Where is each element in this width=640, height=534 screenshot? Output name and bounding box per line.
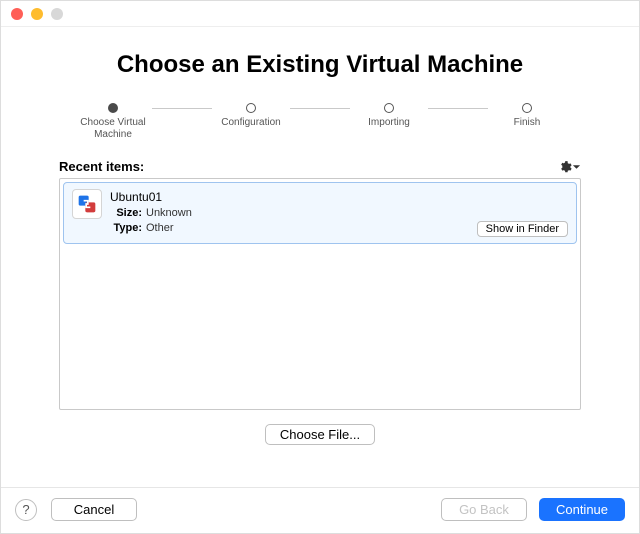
vm-name: Ubuntu01 [110,189,477,206]
vm-icon [72,189,102,219]
step-dot-icon [522,103,532,113]
step-label: Configuration [221,117,280,129]
step-finish: Finish [488,103,566,129]
go-back-button: Go Back [441,498,527,521]
step-choose-vm: Choose Virtual Machine [74,103,152,141]
vm-size-label: Size: [110,206,142,221]
titlebar [1,1,639,27]
vm-type-value: Other [146,221,174,236]
recent-items-section: Recent items: [1,151,639,410]
window-minimize-button[interactable] [31,8,43,20]
help-button[interactable]: ? [15,499,37,521]
page-title: Choose an Existing Virtual Machine [41,51,599,79]
gear-icon [558,160,572,174]
step-importing: Importing [350,103,428,129]
step-dot-icon [108,103,118,113]
vm-type-label: Type: [110,221,142,236]
step-dot-icon [246,103,256,113]
step-connector [428,108,488,109]
window: Choose an Existing Virtual Machine Choos… [0,0,640,534]
continue-button[interactable]: Continue [539,498,625,521]
chevron-down-icon [572,160,581,174]
step-connector [290,108,350,109]
recent-items-list[interactable]: Ubuntu01 Size: Unknown Type: Other Show … [59,178,581,410]
stepper: Choose Virtual Machine Configuration Imp… [1,93,639,151]
step-connector [152,108,212,109]
choose-file-button[interactable]: Choose File... [265,424,375,445]
recent-item[interactable]: Ubuntu01 Size: Unknown Type: Other Show … [63,182,577,244]
vm-info: Ubuntu01 Size: Unknown Type: Other [110,189,477,237]
recent-items-heading: Recent items: [59,159,144,174]
step-configuration: Configuration [212,103,290,129]
step-label: Finish [514,117,541,129]
cancel-button[interactable]: Cancel [51,498,137,521]
step-dot-icon [384,103,394,113]
step-label: Importing [368,117,410,129]
show-in-finder-button[interactable]: Show in Finder [477,221,568,237]
window-zoom-button[interactable] [51,8,63,20]
bottom-bar: ? Cancel Go Back Continue [1,487,639,533]
step-label: Choose Virtual Machine [74,117,152,141]
recent-options-menu[interactable] [558,160,581,174]
window-close-button[interactable] [11,8,23,20]
vm-size-value: Unknown [146,206,192,221]
